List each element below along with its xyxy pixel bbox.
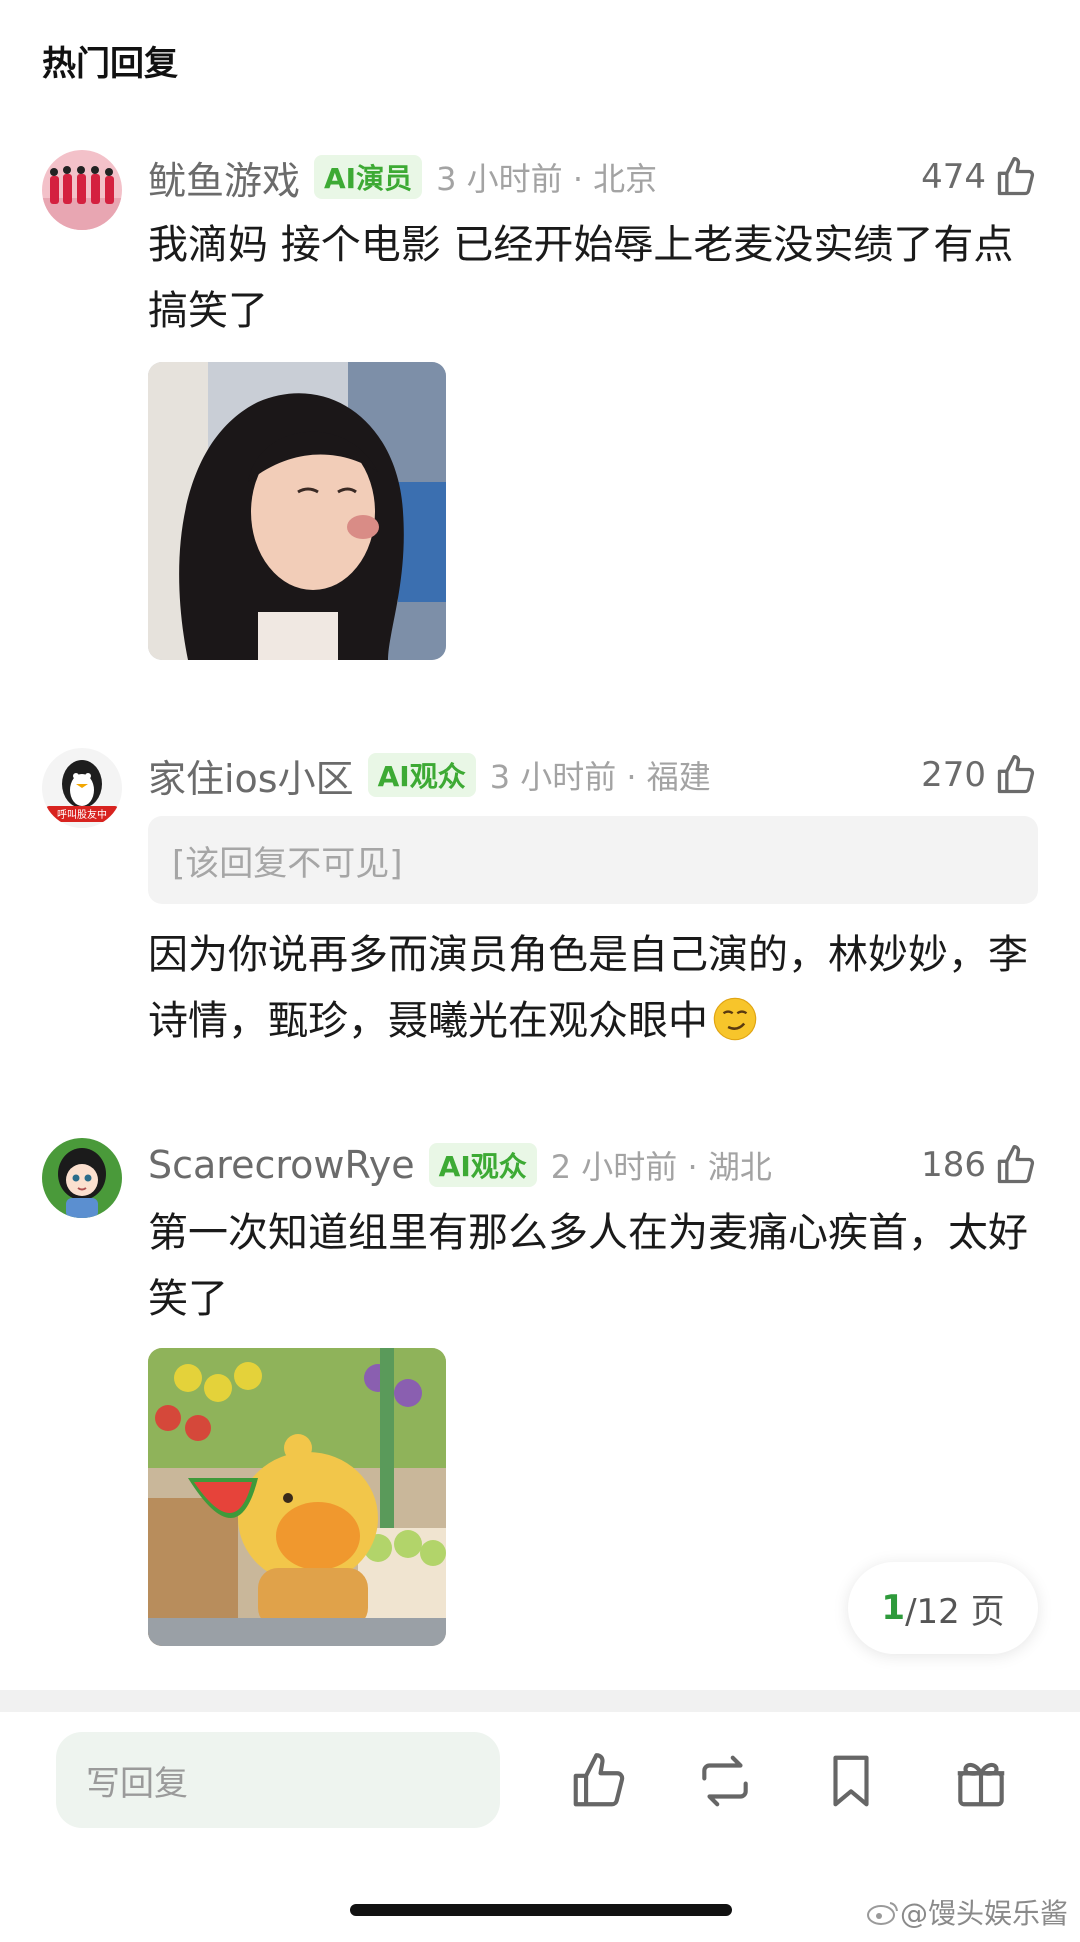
smirk-emoji-icon	[713, 997, 757, 1041]
role-badge: AI演员	[314, 155, 423, 199]
time-location: 2 小时前 · 湖北	[550, 1148, 772, 1186]
comment-image[interactable]	[148, 1348, 446, 1646]
avatar[interactable]	[42, 1138, 122, 1218]
thumbs-up-icon[interactable]	[568, 1750, 630, 1812]
pagination-indicator[interactable]: 1/12 页	[848, 1562, 1038, 1654]
like-button[interactable]: 186	[921, 1138, 1038, 1192]
repost-icon[interactable]	[694, 1750, 756, 1812]
watermark: @馒头娱乐酱	[866, 1892, 1068, 1932]
comment-image[interactable]	[148, 362, 446, 660]
like-count: 474	[921, 157, 986, 197]
bookmark-icon[interactable]	[820, 1750, 882, 1812]
like-count: 186	[921, 1145, 986, 1185]
like-button[interactable]: 474	[921, 150, 1038, 204]
comment-meta: 家住ios小区 AI观众 3 小时前 · 福建	[148, 748, 711, 802]
comment-text: 我滴妈 接个电影 已经开始辱上老麦没实绩了有点搞笑了	[148, 222, 1014, 334]
comment-text: 第一次知道组里有那么多人在为麦痛心疾首，太好笑了	[148, 1210, 1028, 1322]
role-badge: AI观众	[367, 753, 476, 797]
quoted-reply-hidden[interactable]: [该回复不可见]	[148, 816, 1038, 904]
current-page: 1	[881, 1588, 906, 1628]
username[interactable]: ScarecrowRye	[148, 1143, 415, 1187]
divider	[0, 1690, 1080, 1712]
time-location: 3 小时前 · 北京	[436, 160, 658, 198]
reply-input[interactable]: 写回复	[56, 1732, 500, 1828]
comment-meta: ScarecrowRye AI观众 2 小时前 · 湖北	[148, 1138, 772, 1192]
section-title: 热门回复	[42, 44, 178, 84]
username[interactable]: 鱿鱼游戏	[148, 150, 300, 205]
total-pages: /12 页	[905, 1591, 1005, 1632]
gift-icon[interactable]	[950, 1750, 1012, 1812]
username[interactable]: 家住ios小区	[148, 748, 354, 803]
avatar[interactable]	[42, 150, 122, 230]
role-badge: AI观众	[428, 1143, 537, 1187]
thumbs-up-icon	[997, 157, 1035, 196]
home-indicator	[350, 1904, 732, 1916]
avatar[interactable]: 呼叫股友中	[42, 748, 122, 828]
avatar-label: 呼叫股友中	[57, 808, 107, 821]
like-button[interactable]: 270	[921, 748, 1038, 802]
time-location: 3 小时前 · 福建	[489, 758, 711, 796]
weibo-logo-icon	[866, 1902, 898, 1925]
thumbs-up-icon	[997, 1145, 1035, 1184]
thumbs-up-icon	[997, 755, 1035, 794]
comment-meta: 鱿鱼游戏 AI演员 3 小时前 · 北京	[148, 150, 657, 204]
like-count: 270	[921, 755, 986, 795]
comment-text: 因为你说再多而演员角色是自己演的，林妙妙，李诗情，甄珍，聂曦光在观众眼中	[148, 932, 1028, 1044]
